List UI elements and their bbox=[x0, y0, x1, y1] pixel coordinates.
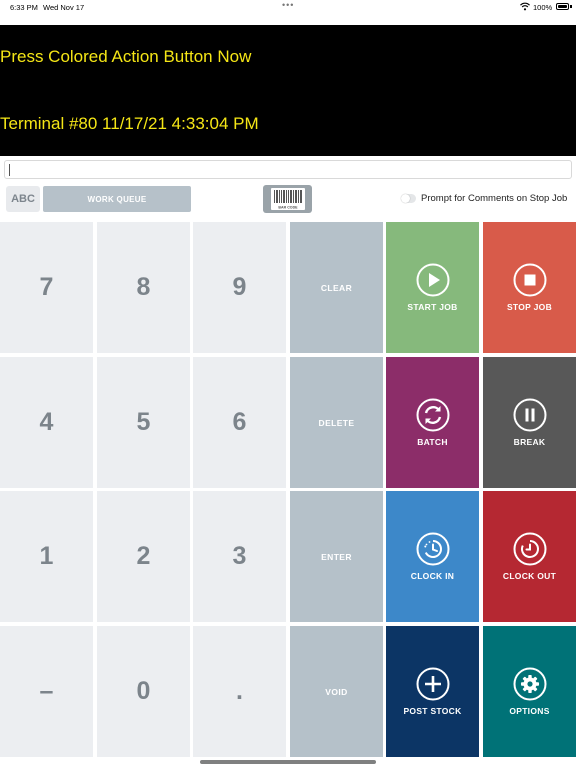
barcode-caption: BAR CODE bbox=[278, 206, 298, 210]
text-caret bbox=[9, 164, 10, 176]
battery-percent: 100% bbox=[533, 3, 553, 12]
prompt-message: Press Colored Action Button Now bbox=[0, 47, 252, 66]
clear-button[interactable]: CLEAR bbox=[290, 222, 383, 353]
play-icon bbox=[416, 263, 449, 297]
clock-out-icon bbox=[513, 532, 546, 566]
stop-job-label: STOP JOB bbox=[506, 302, 553, 312]
clock-out-button[interactable]: CLOCK OUT bbox=[483, 491, 576, 622]
key-4[interactable]: 4 bbox=[0, 357, 93, 488]
stop-icon bbox=[513, 263, 546, 297]
stop-job-button[interactable]: STOP JOB bbox=[483, 222, 576, 353]
pause-icon bbox=[513, 398, 546, 432]
post-stock-button[interactable]: POST STOCK bbox=[386, 626, 479, 757]
wifi-icon bbox=[520, 2, 530, 11]
batch-button[interactable]: BATCH bbox=[386, 357, 479, 488]
break-button[interactable]: BREAK bbox=[483, 357, 576, 488]
batch-label: BATCH bbox=[417, 437, 448, 447]
void-button[interactable]: VOID bbox=[290, 626, 383, 757]
options-button[interactable]: OPTIONS bbox=[483, 626, 576, 757]
multitasking-dots[interactable]: ••• bbox=[282, 0, 294, 10]
refresh-icon bbox=[416, 398, 449, 432]
key-3[interactable]: 3 bbox=[193, 491, 286, 622]
key-0[interactable]: 0 bbox=[97, 626, 190, 757]
work-queue-button[interactable]: WORK QUEUE bbox=[43, 186, 191, 212]
prompt-comments-toggle[interactable] bbox=[401, 194, 416, 203]
delete-button[interactable]: DELETE bbox=[290, 357, 383, 488]
key-6[interactable]: 6 bbox=[193, 357, 286, 488]
entry-input[interactable] bbox=[4, 160, 572, 179]
barcode-icon: BAR CODE bbox=[270, 188, 305, 210]
break-label: BREAK bbox=[513, 437, 546, 447]
clock-out-label: CLOCK OUT bbox=[502, 571, 557, 581]
key-2[interactable]: 2 bbox=[97, 491, 190, 622]
plus-icon bbox=[416, 667, 449, 701]
clock-in-label: CLOCK IN bbox=[410, 571, 455, 581]
home-indicator[interactable] bbox=[200, 760, 376, 764]
key-8[interactable]: 8 bbox=[97, 222, 190, 353]
options-label: OPTIONS bbox=[509, 706, 550, 716]
status-date: Wed Nov 17 bbox=[43, 3, 85, 12]
clock-in-icon bbox=[416, 532, 449, 566]
message-display: Press Colored Action Button Now Terminal… bbox=[0, 25, 576, 156]
key-7[interactable]: 7 bbox=[0, 222, 93, 353]
start-job-button[interactable]: START JOB bbox=[386, 222, 479, 353]
battery-tip bbox=[570, 5, 572, 8]
start-job-label: START JOB bbox=[407, 302, 458, 312]
key-1[interactable]: 1 bbox=[0, 491, 93, 622]
barcode-button[interactable]: BAR CODE bbox=[263, 185, 312, 213]
battery-icon bbox=[556, 3, 569, 10]
key-minus[interactable]: – bbox=[0, 626, 93, 757]
gear-icon bbox=[513, 667, 546, 701]
enter-button[interactable]: ENTER bbox=[290, 491, 383, 622]
key-5[interactable]: 5 bbox=[97, 357, 190, 488]
status-bar: 6:33 PM Wed Nov 17 ••• 100% bbox=[0, 0, 576, 24]
post-stock-label: POST STOCK bbox=[403, 706, 462, 716]
terminal-timestamp: Terminal #80 11/17/21 4:33:04 PM bbox=[0, 114, 259, 133]
clock-in-button[interactable]: CLOCK IN bbox=[386, 491, 479, 622]
prompt-comments-label: Prompt for Comments on Stop Job bbox=[421, 193, 568, 204]
abc-keyboard-button[interactable]: ABC bbox=[6, 186, 40, 212]
key-decimal[interactable]: . bbox=[193, 626, 286, 757]
status-time: 6:33 PM bbox=[10, 3, 38, 12]
key-9[interactable]: 9 bbox=[193, 222, 286, 353]
